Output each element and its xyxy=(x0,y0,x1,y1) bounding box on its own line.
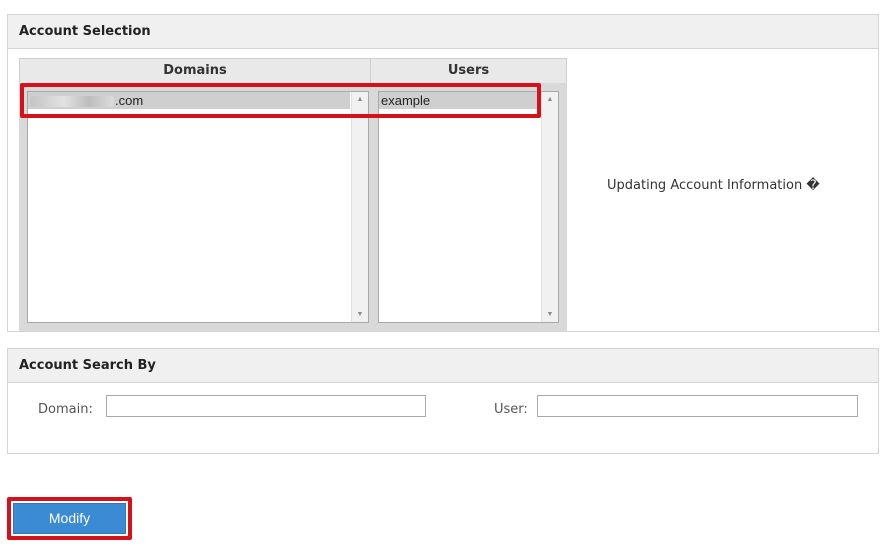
users-scrollbar[interactable]: ▲ ▼ xyxy=(541,92,558,322)
scroll-up-arrow-icon[interactable]: ▲ xyxy=(542,96,558,103)
user-search-label: User: xyxy=(494,402,528,417)
account-search-title: Account Search By xyxy=(8,349,878,383)
users-list-container: example ▲ ▼ xyxy=(370,83,567,331)
domain-option-suffix: .com xyxy=(115,93,144,108)
account-selection-title: Account Selection xyxy=(8,15,878,49)
domains-scrollbar[interactable]: ▲ ▼ xyxy=(351,92,368,322)
redacted-domain-name xyxy=(30,96,114,108)
modify-button[interactable]: Modify xyxy=(13,503,126,534)
scroll-up-arrow-icon[interactable]: ▲ xyxy=(352,96,368,103)
scroll-down-arrow-icon[interactable]: ▼ xyxy=(352,311,368,318)
domain-option-selected[interactable]: .com xyxy=(28,92,350,109)
domains-list-container: .com ▲ ▼ xyxy=(19,83,371,331)
domain-search-label: Domain: xyxy=(38,402,93,417)
domain-search-input[interactable] xyxy=(106,395,426,417)
user-search-input[interactable] xyxy=(537,395,858,417)
users-listbox[interactable]: example ▲ ▼ xyxy=(378,91,559,323)
scroll-down-arrow-icon[interactable]: ▼ xyxy=(542,311,558,318)
users-column-header: Users xyxy=(370,58,567,84)
domains-listbox[interactable]: .com ▲ ▼ xyxy=(27,91,369,323)
user-option-selected[interactable]: example xyxy=(379,92,540,109)
status-message: Updating Account Information � xyxy=(607,178,820,193)
domains-column-header: Domains xyxy=(19,58,371,84)
account-selection-panel: Account Selection Domains Users .com ▲ ▼… xyxy=(7,14,879,332)
